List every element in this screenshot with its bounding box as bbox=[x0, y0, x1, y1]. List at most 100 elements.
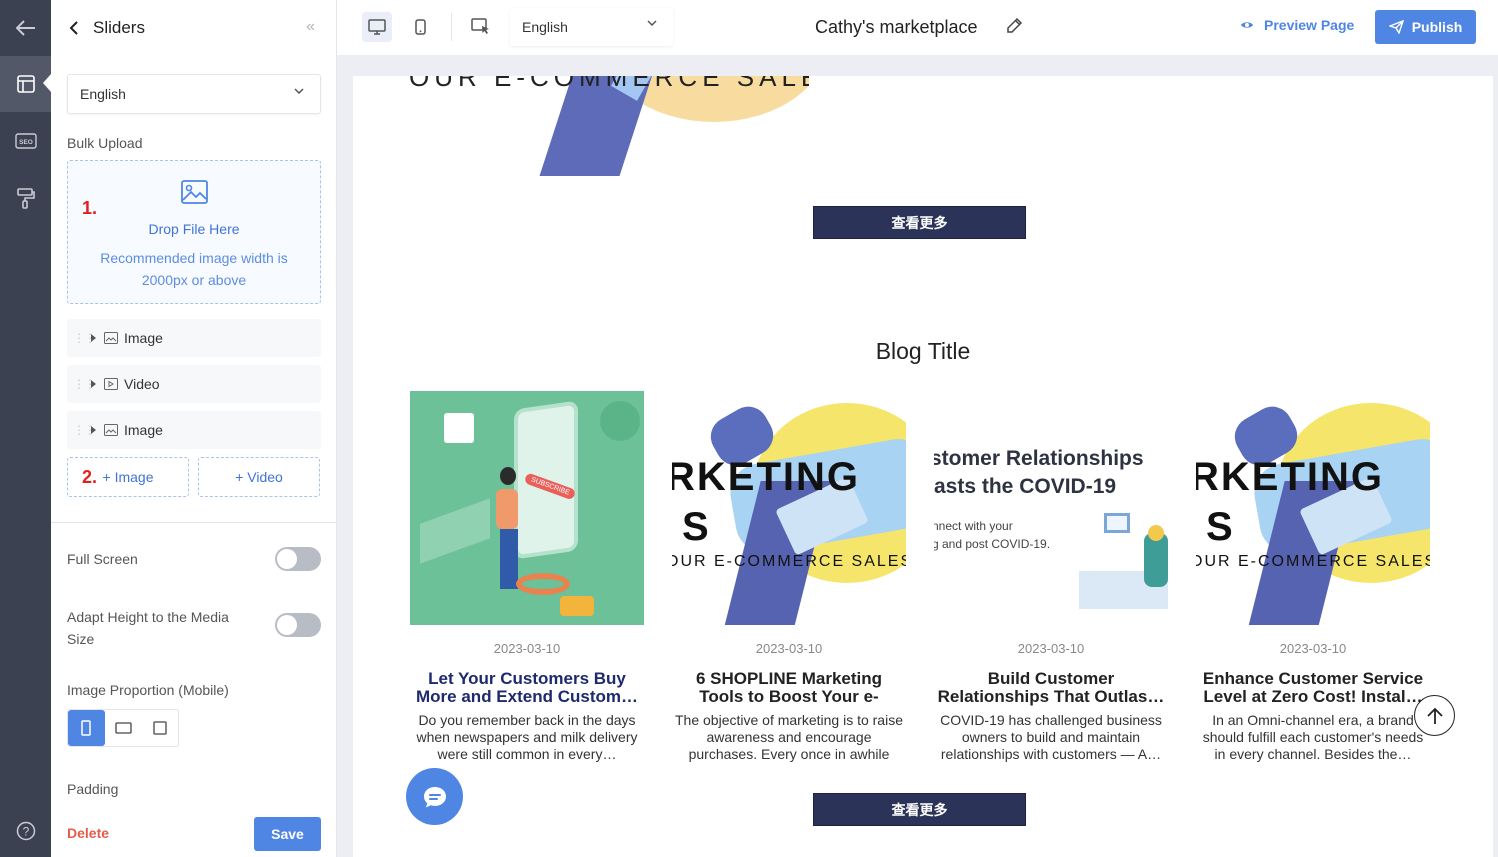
mobile-view-button[interactable] bbox=[405, 12, 435, 42]
seo-tab[interactable]: SEO bbox=[0, 113, 51, 169]
hero-text-fragment: OUR E-COMMERCE SALES bbox=[409, 76, 809, 92]
select-element-button[interactable] bbox=[466, 12, 496, 42]
panel-title: Sliders bbox=[93, 18, 145, 37]
step-1-marker: 1. bbox=[82, 198, 98, 218]
theme-tab[interactable] bbox=[0, 170, 51, 226]
drag-handle-icon[interactable]: ⋮⋮ bbox=[73, 331, 96, 345]
language-value: English bbox=[522, 19, 568, 35]
publish-button[interactable]: Publish bbox=[1375, 10, 1476, 44]
image-icon bbox=[104, 332, 118, 344]
mobile-icon bbox=[414, 19, 426, 35]
back-to-top-button[interactable] bbox=[1414, 695, 1455, 736]
svg-text:SEO: SEO bbox=[19, 139, 33, 146]
collapse-panel-icon[interactable]: « bbox=[306, 18, 315, 36]
image-icon bbox=[104, 424, 118, 436]
panel-language-select[interactable]: English bbox=[67, 74, 321, 114]
blog-section-title: Blog Title bbox=[875, 338, 971, 364]
divider bbox=[51, 522, 337, 523]
settings-panel: Sliders « English Bulk Upload Drop File … bbox=[51, 0, 337, 857]
adapt-height-toggle[interactable] bbox=[275, 613, 321, 637]
drop-file-text: Drop File Here bbox=[148, 221, 240, 237]
slide-item-label: Image bbox=[124, 330, 163, 346]
picture-icon bbox=[181, 180, 208, 204]
icon-rail: SEO ? bbox=[0, 0, 51, 857]
post-excerpt: The objective of marketing is to raise a… bbox=[675, 712, 903, 762]
blog-post-card[interactable]: RKETING S OUR E-COMMERCE SALES 2023-03-1… bbox=[1196, 391, 1430, 763]
thumb-subheading: nnect with your bbox=[934, 519, 1013, 533]
landscape-icon bbox=[114, 722, 132, 734]
preview-page-link[interactable]: Preview Page bbox=[1240, 17, 1354, 33]
save-button[interactable]: Save bbox=[254, 817, 321, 851]
full-screen-label: Full Screen bbox=[67, 551, 138, 567]
language-select[interactable]: English bbox=[510, 8, 673, 46]
thumb-heading-2: asts the COVID-19 bbox=[934, 475, 1117, 498]
portrait-ratio-option[interactable] bbox=[68, 710, 105, 746]
bulk-upload-label: Bulk Upload bbox=[67, 135, 143, 151]
drag-handle-icon[interactable]: ⋮⋮ bbox=[73, 377, 96, 391]
slide-item[interactable]: ⋮⋮ Video bbox=[67, 365, 321, 403]
square-icon bbox=[153, 721, 167, 735]
expand-caret-icon[interactable] bbox=[91, 334, 96, 342]
add-video-label: + Video bbox=[235, 469, 283, 485]
delete-button[interactable]: Delete bbox=[67, 825, 109, 841]
chevron-down-icon bbox=[647, 20, 657, 26]
full-screen-toggle[interactable] bbox=[275, 547, 321, 571]
post-thumbnail[interactable]: SUBSCRIBE bbox=[410, 391, 644, 625]
slide-item[interactable]: ⋮⋮ Image bbox=[67, 411, 321, 449]
video-icon bbox=[104, 378, 118, 390]
chat-bubble-icon bbox=[423, 786, 446, 807]
expand-caret-icon[interactable] bbox=[91, 426, 96, 434]
square-ratio-option[interactable] bbox=[141, 710, 178, 746]
post-thumbnail[interactable]: RKETING S OUR E-COMMERCE SALES bbox=[672, 391, 906, 625]
drag-handle-icon[interactable]: ⋮⋮ bbox=[73, 423, 96, 437]
padding-label: Padding bbox=[67, 781, 119, 797]
thumb-subheading-2: g and post COVID-19. bbox=[934, 537, 1051, 551]
store-name: Cathy's marketplace bbox=[815, 17, 978, 37]
post-title[interactable]: Let Your Customers Buy More and Extend C… bbox=[410, 670, 644, 706]
image-proportion-selector bbox=[67, 709, 179, 747]
chat-button[interactable] bbox=[406, 768, 463, 825]
publish-label: Publish bbox=[1411, 19, 1463, 35]
expand-caret-icon[interactable] bbox=[91, 380, 96, 388]
thumb-heading: RKETING bbox=[1196, 455, 1384, 499]
eye-icon bbox=[1241, 22, 1253, 28]
cursor-select-icon bbox=[471, 18, 489, 34]
seo-icon: SEO bbox=[14, 133, 37, 149]
post-date: 2023-03-10 bbox=[1017, 641, 1085, 656]
paper-plane-icon bbox=[1388, 20, 1404, 34]
page-preview: OUR E-COMMERCE SALES 查看更多 Blog Title SUB… bbox=[353, 76, 1493, 857]
desktop-view-button[interactable] bbox=[362, 12, 392, 42]
help-button[interactable]: ? bbox=[0, 803, 51, 857]
blog-post-card[interactable]: stomer Relationships asts the COVID-19 n… bbox=[934, 391, 1168, 763]
arrow-up-icon bbox=[1426, 707, 1443, 724]
post-excerpt: In an Omni-channel era, a brand should f… bbox=[1202, 712, 1424, 762]
post-title[interactable]: Enhance Customer Service Level at Zero C… bbox=[1196, 670, 1430, 706]
back-button[interactable] bbox=[0, 0, 51, 56]
slide-item[interactable]: ⋮⋮ Image bbox=[67, 319, 321, 357]
blog-post-card[interactable]: SUBSCRIBE 2023-03-10 Let Your Customers … bbox=[410, 391, 644, 763]
view-more-button[interactable]: 查看更多 bbox=[813, 793, 1026, 826]
post-date: 2023-03-10 bbox=[1279, 641, 1347, 656]
thumb-subheading: OUR E-COMMERCE SALES bbox=[1196, 553, 1430, 570]
blog-post-card[interactable]: RKETING S OUR E-COMMERCE SALES 2023-03-1… bbox=[672, 391, 906, 763]
portrait-icon bbox=[81, 720, 92, 736]
thumb-heading-2: S bbox=[682, 505, 709, 549]
post-title[interactable]: 6 SHOPLINE Marketing Tools to Boost Your… bbox=[672, 670, 906, 706]
post-thumbnail[interactable]: stomer Relationships asts the COVID-19 n… bbox=[934, 391, 1168, 625]
image-proportion-label: Image Proportion (Mobile) bbox=[67, 682, 229, 698]
edit-pencil-icon[interactable] bbox=[1005, 17, 1023, 35]
hero-slide-image[interactable]: OUR E-COMMERCE SALES bbox=[409, 76, 809, 177]
post-thumbnail[interactable]: RKETING S OUR E-COMMERCE SALES bbox=[1196, 391, 1430, 625]
layout-icon bbox=[16, 75, 35, 93]
post-title[interactable]: Build Customer Relationships That Outlas… bbox=[934, 670, 1168, 706]
chevron-left-icon[interactable] bbox=[69, 21, 79, 35]
preview-page-label: Preview Page bbox=[1264, 17, 1355, 33]
view-more-button[interactable]: 查看更多 bbox=[813, 206, 1026, 239]
drop-zone[interactable]: Drop File Here Recommended image width i… bbox=[67, 160, 321, 304]
post-excerpt: COVID-19 has challenged business owners … bbox=[940, 712, 1162, 762]
landscape-ratio-option[interactable] bbox=[105, 710, 142, 746]
thumb-heading: stomer Relationships bbox=[934, 447, 1144, 470]
panel-language-value: English bbox=[80, 86, 126, 102]
post-date: 2023-03-10 bbox=[755, 641, 823, 656]
add-video-button[interactable]: + Video bbox=[198, 457, 320, 497]
